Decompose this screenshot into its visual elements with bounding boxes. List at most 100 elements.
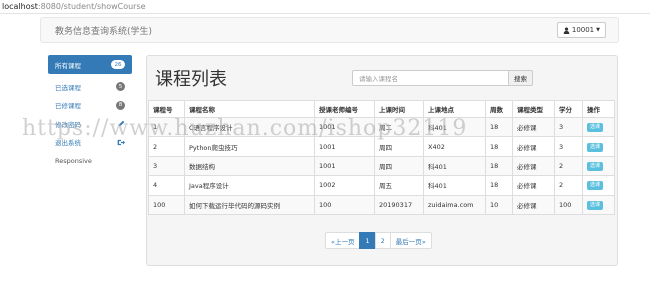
- count-badge: 8: [116, 100, 125, 110]
- table-cell: 10: [485, 194, 513, 215]
- table-cell: C语言程序设计: [184, 116, 315, 138]
- column-header: 课程名称: [184, 100, 315, 118]
- table-cell: 18: [485, 136, 513, 157]
- table-cell: 18: [485, 175, 513, 196]
- table-header-row: 课程号 课程名称 授课老师编号 上课时间 上课地点 周数 课程类型 学分 操作: [148, 100, 615, 118]
- sidebar-item-completed-courses[interactable]: 已修课程 8: [48, 97, 132, 114]
- table-cell: 周四: [374, 155, 424, 177]
- url-host: localhost: [2, 2, 38, 11]
- table-cell: 必修课: [512, 175, 555, 196]
- sidebar-item-logout[interactable]: 退出系统: [48, 134, 132, 151]
- column-header: 课程号: [148, 100, 185, 118]
- sidebar-item-label: 已选课程: [55, 83, 81, 92]
- table-cell: 数据结构: [184, 155, 315, 177]
- column-header: 周数: [485, 100, 513, 118]
- table-row: 4 Java程序设计 1002 周五 科401 18 必修课 2 选课: [148, 175, 615, 196]
- table-cell: 科401: [423, 175, 486, 196]
- pencil-icon: [118, 120, 125, 127]
- table-cell: 必修课: [512, 116, 555, 138]
- action-cell: 选课: [582, 194, 615, 215]
- table-cell: 周二: [374, 116, 424, 138]
- table-cell: 100: [554, 194, 583, 215]
- column-header: 授课老师编号: [314, 100, 375, 118]
- table-cell: 2: [554, 155, 583, 177]
- course-search-input[interactable]: 请输入课程名: [352, 70, 508, 86]
- table-cell: 1001: [314, 136, 375, 157]
- action-cell: 选课: [582, 136, 615, 157]
- page-title: 课程列表: [155, 69, 227, 90]
- select-course-button[interactable]: 选课: [587, 142, 603, 152]
- user-dropdown-button[interactable]: 10001 ▼: [556, 22, 606, 38]
- column-header: 课程类型: [512, 100, 555, 118]
- course-table: 课程号 课程名称 授课老师编号 上课时间 上课地点 周数 课程类型 学分 操作 …: [148, 100, 615, 215]
- address-bar[interactable]: localhost:8080/student/showCourse: [0, 0, 650, 14]
- sidebar-item-all-courses[interactable]: 所有课程 26: [48, 55, 132, 74]
- table-cell: 如何下载运行毕代码的源码实例: [184, 194, 315, 215]
- top-navbar: 教务信息查询系统(学生) 10001 ▼: [40, 17, 619, 43]
- table-cell: 必修课: [512, 194, 555, 215]
- table-cell: 科401: [423, 116, 486, 138]
- last-page-button[interactable]: 最后一页»: [389, 232, 432, 249]
- action-cell: 选课: [582, 175, 615, 196]
- table-cell: 必修课: [512, 136, 555, 157]
- action-cell: 选课: [582, 116, 615, 138]
- table-cell: 18: [485, 116, 513, 138]
- table-cell: 18: [485, 155, 513, 177]
- user-id: 10001: [571, 26, 595, 34]
- column-header: 上课时间: [374, 100, 424, 118]
- sidebar: 所有课程 26 已选课程 5 已修课程 8 修改密码 退出系统 Responsi…: [48, 55, 132, 169]
- select-course-button[interactable]: 选课: [587, 200, 603, 210]
- user-icon: [563, 26, 570, 34]
- table-cell: 3: [554, 136, 583, 157]
- select-course-button[interactable]: 选课: [587, 161, 603, 171]
- table-cell: 20190317: [374, 194, 424, 215]
- table-row: 1 C语言程序设计 1001 周二 科401 18 必修课 3 选课: [148, 116, 615, 138]
- pagination: «上一页 1 2 最后一页»: [325, 232, 432, 249]
- table-cell: X402: [423, 136, 486, 157]
- table-cell: zuidaima.com: [423, 194, 486, 215]
- column-header: 上课地点: [423, 100, 486, 118]
- page-2-button[interactable]: 2: [374, 232, 391, 249]
- sidebar-item-label: 退出系统: [55, 139, 81, 147]
- select-course-button[interactable]: 选课: [587, 181, 603, 191]
- column-header: 学分: [554, 100, 583, 118]
- table-cell: 2: [148, 136, 185, 157]
- table-cell: 4: [148, 175, 185, 196]
- table-cell: 100: [314, 194, 375, 215]
- search-group: 请输入课程名 搜索: [352, 70, 533, 86]
- url-path: :8080/student/showCourse: [37, 2, 146, 11]
- table-cell: 周五: [374, 175, 424, 196]
- table-cell: 1001: [314, 116, 375, 138]
- page-1-button[interactable]: 1: [359, 232, 376, 249]
- sidebar-item-label: 修改密码: [55, 120, 81, 129]
- table-cell: 3: [554, 116, 583, 138]
- table-cell: 1: [148, 116, 185, 138]
- sidebar-item-change-password[interactable]: 修改密码: [48, 115, 132, 132]
- table-cell: 100: [148, 194, 185, 215]
- sidebar-item-label: 所有课程: [55, 61, 81, 70]
- table-cell: Python爬虫技巧: [184, 136, 315, 157]
- caret-down-icon: ▼: [596, 27, 600, 33]
- table-cell: 1002: [314, 175, 375, 196]
- table-row: 2 Python爬虫技巧 1001 周四 X402 18 必修课 3 选课: [148, 136, 615, 157]
- table-cell: 必修课: [512, 155, 555, 177]
- sidebar-item-selected-courses[interactable]: 已选课程 5: [48, 78, 132, 95]
- table-cell: 2: [554, 175, 583, 196]
- sidebar-item-label: 已修课程: [55, 102, 81, 110]
- app-brand[interactable]: 教务信息查询系统(学生): [55, 24, 152, 37]
- action-cell: 选课: [582, 155, 615, 177]
- search-button[interactable]: 搜索: [508, 70, 533, 86]
- table-cell: 1001: [314, 155, 375, 177]
- table-cell: 科401: [423, 155, 486, 177]
- table-row: 100 如何下载运行毕代码的源码实例 100 20190317 zuidaima.com…: [148, 194, 615, 215]
- course-list-panel: 课程列表 请输入课程名 搜索 课程号 课程名称 授课老师编号 上课时间 上课地点…: [146, 55, 618, 266]
- table-cell: Java程序设计: [184, 175, 315, 196]
- column-header: 操作: [582, 100, 615, 118]
- responsive-label: Responsive: [55, 156, 92, 165]
- prev-page-button[interactable]: «上一页: [325, 232, 361, 249]
- select-course-button[interactable]: 选课: [587, 123, 603, 133]
- table-row: 3 数据结构 1001 周四 科401 18 必修课 2 选课: [148, 155, 615, 177]
- table-cell: 3: [148, 155, 185, 177]
- table-cell: 周四: [374, 136, 424, 157]
- logout-icon: [117, 139, 125, 145]
